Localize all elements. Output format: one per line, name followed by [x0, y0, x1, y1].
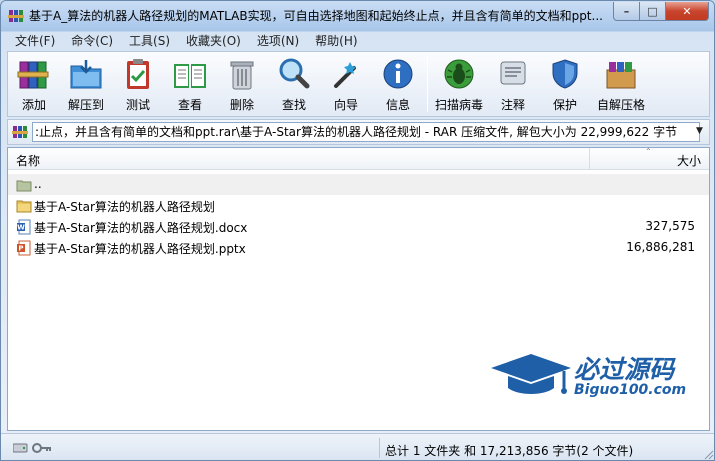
view-button[interactable]: 查看	[164, 52, 216, 116]
menu-bar: 文件(F) 命令(C) 工具(S) 收藏夹(O) 选项(N) 帮助(H)	[7, 31, 710, 51]
table-row[interactable]: ..	[8, 174, 709, 195]
parent-folder-icon	[16, 180, 32, 192]
extract-to-label: 解压到	[67, 98, 104, 112]
row-size: 16,886,281	[626, 240, 695, 254]
wizard-button[interactable]: 向导	[320, 52, 372, 116]
winrar-window: 基于A_算法的机器人路径规划的MATLAB实现，可自由选择地图和起始终止点，并且…	[0, 0, 715, 461]
winrar-app-icon	[8, 10, 24, 22]
watermark-brand: 必过源码	[574, 355, 675, 384]
menu-tools[interactable]: 工具(S)	[121, 31, 178, 51]
info-icon	[383, 59, 413, 89]
test-label: 测试	[125, 98, 150, 112]
watermark-logo: 必过源码 Biguo100.com	[486, 346, 696, 406]
virus-scan-button[interactable]: 扫描病毒	[431, 52, 487, 116]
comment-button[interactable]: 注释	[487, 52, 539, 116]
sfx-label: 自解压格	[596, 98, 645, 112]
table-row[interactable]: 基于A-Star算法的机器人路径规划	[8, 195, 709, 216]
menu-options[interactable]: 选项(N)	[249, 31, 307, 51]
path-field[interactable]: :止点，并且含有简单的文档和ppt.rar\基于A-Star算法的机器人路径规划…	[32, 122, 700, 142]
menu-commands[interactable]: 命令(C)	[63, 31, 121, 51]
add-label: 添加	[21, 98, 46, 112]
sfx-box-icon	[606, 62, 636, 89]
clipboard-test-icon	[127, 59, 149, 89]
svg-text:P: P	[18, 245, 23, 253]
column-size-header[interactable]: ⌃ 大小	[589, 147, 709, 170]
status-summary: 总计 1 文件夹 和 17,213,856 字节(2 个文件)	[385, 444, 634, 458]
add-button[interactable]: 添加	[8, 52, 60, 116]
folder-extract-icon	[70, 60, 102, 89]
table-row[interactable]: W 基于A-Star算法的机器人路径规划.docx 327,575	[8, 216, 709, 237]
view-label: 查看	[177, 98, 202, 112]
close-button[interactable]: ✕	[665, 2, 709, 21]
title-bar[interactable]: 基于A_算法的机器人路径规划的MATLAB实现，可自由选择地图和起始终止点，并且…	[1, 1, 714, 31]
row-name: 基于A-Star算法的机器人路径规划	[34, 200, 215, 214]
minimize-button[interactable]: –	[613, 2, 640, 21]
shield-icon	[552, 59, 578, 89]
status-separator	[379, 438, 380, 458]
test-button[interactable]: 测试	[112, 52, 164, 116]
menu-favorites[interactable]: 收藏夹(O)	[178, 31, 249, 51]
column-size: 大小	[676, 154, 701, 168]
extract-to-button[interactable]: 解压到	[60, 52, 112, 116]
bug-scan-icon	[444, 59, 474, 89]
menu-help[interactable]: 帮助(H)	[307, 31, 365, 51]
sort-arrow-icon: ⌃	[645, 147, 652, 156]
window-title: 基于A_算法的机器人路径规划的MATLAB实现，可自由选择地图和起始终止点，并且…	[29, 9, 603, 23]
watermark-url: Biguo100.com	[574, 382, 687, 398]
row-name: 基于A-Star算法的机器人路径规划.docx	[34, 221, 248, 235]
info-button[interactable]: 信息	[372, 52, 424, 116]
books-add-icon	[17, 61, 49, 89]
row-name: 基于A-Star算法的机器人路径规划.pptx	[34, 242, 246, 256]
sfx-button[interactable]: 自解压格	[591, 52, 651, 116]
row-name: ..	[34, 177, 42, 191]
drive-key-icon	[13, 443, 51, 453]
table-row[interactable]: P 基于A-Star算法的机器人路径规划.pptx 16,886,281	[8, 237, 709, 258]
status-bar: 总计 1 文件夹 和 17,213,856 字节(2 个文件)	[1, 433, 714, 460]
wand-icon	[334, 62, 356, 88]
book-view-icon	[174, 64, 206, 88]
virus-scan-label: 扫描病毒	[434, 98, 483, 112]
list-header: 名称 ⌃ 大小	[8, 147, 709, 170]
powerpoint-icon: P	[17, 240, 31, 256]
resize-grip-icon[interactable]	[704, 450, 714, 460]
comment-icon	[500, 61, 526, 85]
column-name[interactable]: 名称	[16, 152, 40, 169]
address-bar: :止点，并且含有简单的文档和ppt.rar\基于A-Star算法的机器人路径规划…	[7, 119, 710, 145]
protect-label: 保护	[552, 98, 577, 112]
protect-button[interactable]: 保护	[539, 52, 591, 116]
word-doc-icon: W	[17, 219, 31, 235]
folder-icon	[16, 200, 32, 213]
find-button[interactable]: 查找	[268, 52, 320, 116]
delete-label: 删除	[229, 98, 254, 112]
magnifier-icon	[279, 58, 310, 89]
toolbar: 添加 解压到 测试 查看 删除 查找 向导 信息 扫描病毒 注释 保护 自解压格	[7, 51, 710, 117]
menu-file[interactable]: 文件(F)	[7, 31, 63, 51]
comment-label: 注释	[500, 98, 525, 112]
delete-button[interactable]: 删除	[216, 52, 268, 116]
archive-icon	[12, 126, 28, 138]
find-label: 查找	[281, 98, 306, 112]
trash-icon	[230, 61, 254, 90]
wizard-label: 向导	[333, 98, 358, 112]
svg-text:W: W	[17, 224, 25, 232]
maximize-button[interactable]: □	[639, 2, 666, 21]
info-label: 信息	[385, 98, 410, 112]
row-size: 327,575	[645, 219, 695, 233]
toolbar-separator	[427, 56, 428, 112]
chevron-down-icon[interactable]: ▼	[696, 126, 706, 138]
